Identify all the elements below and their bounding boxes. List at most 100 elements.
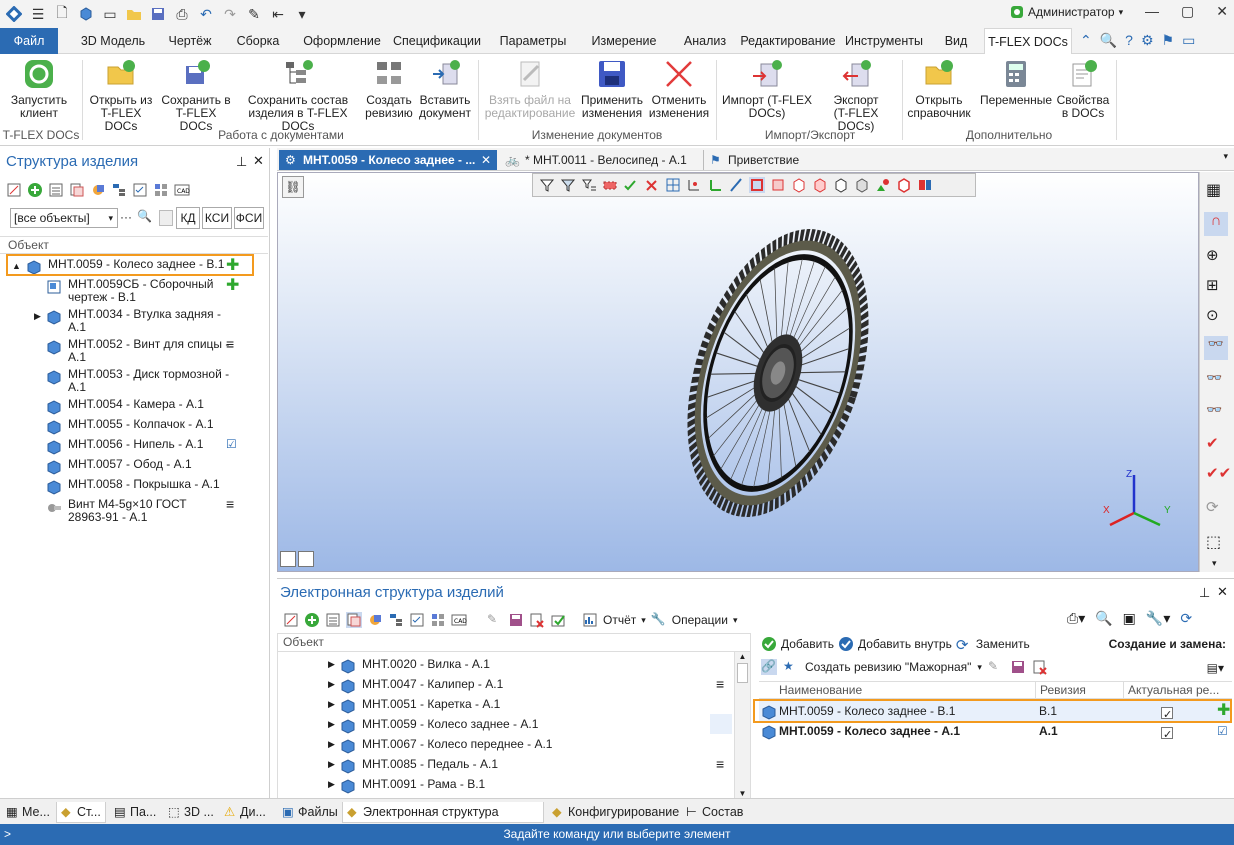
- check-filter-icon[interactable]: [623, 177, 639, 193]
- user-menu[interactable]: Администратор ▾: [1010, 5, 1123, 19]
- tab-drawing[interactable]: Чертёж: [160, 28, 220, 54]
- tab-design[interactable]: Оформление: [298, 28, 386, 54]
- zoom-all-icon[interactable]: ⊙: [1206, 306, 1219, 324]
- cad-icon[interactable]: CAD: [174, 182, 190, 198]
- variables-button[interactable]: Переменные: [978, 58, 1054, 107]
- edit-icon[interactable]: ✎: [244, 4, 264, 24]
- tab-editing[interactable]: Редактирование: [740, 28, 836, 54]
- expand-icon[interactable]: ▶: [328, 654, 335, 674]
- glasses-view-icon[interactable]: 👓: [1206, 370, 1222, 386]
- scroll-down-icon[interactable]: ▾: [1212, 558, 1217, 569]
- tab-parameters[interactable]: Параметры: [495, 28, 571, 54]
- grid-icon[interactable]: [430, 612, 446, 628]
- discard-icon[interactable]: [1032, 659, 1048, 675]
- shell-icon[interactable]: [812, 177, 828, 193]
- fsi-button[interactable]: ФСИ: [234, 207, 264, 229]
- tree-item[interactable]: МНТ.0054 - Камера - А.1: [0, 398, 268, 416]
- shapes-icon[interactable]: [875, 177, 891, 193]
- uncheck-filter-icon[interactable]: [644, 177, 660, 193]
- tab-file[interactable]: Файл: [0, 28, 58, 54]
- tab-assembly[interactable]: Сборка: [228, 28, 288, 54]
- replace-button[interactable]: Заменить: [976, 637, 1030, 651]
- point-icon[interactable]: [686, 177, 702, 193]
- view-grid-icon[interactable]: ▦: [1206, 180, 1221, 200]
- axis-icon[interactable]: [707, 177, 723, 193]
- tree-item[interactable]: ▶ МНТ.0034 - Втулка задняя - А.1: [0, 308, 268, 336]
- model-tree-toggle-icon[interactable]: ⛓: [282, 176, 304, 198]
- open-reference-button[interactable]: Открыть справочник: [906, 58, 972, 120]
- refresh-icon[interactable]: ⟳: [1180, 610, 1192, 627]
- apply-changes-button[interactable]: Применить изменения: [578, 58, 646, 120]
- open-icon[interactable]: [124, 4, 144, 24]
- tab-composition[interactable]: ⊢Состав изделия: [682, 802, 794, 840]
- save-to-docs-button[interactable]: Сохранить в T-FLEX DOCs: [158, 58, 234, 133]
- selection-box-icon[interactable]: [602, 177, 618, 193]
- apply-check-icon[interactable]: [550, 612, 566, 628]
- add-inside-button[interactable]: Добавить внутрь: [858, 637, 952, 651]
- expand-icon[interactable]: ▶: [328, 734, 335, 754]
- expand-icon[interactable]: ▶: [328, 754, 335, 774]
- panel-icon[interactable]: ▣: [1123, 610, 1136, 627]
- print-icon[interactable]: ⎙▾: [1067, 610, 1085, 627]
- cad-icon[interactable]: CAD: [451, 612, 467, 628]
- operations-menu[interactable]: Операции: [672, 613, 728, 627]
- move-icon[interactable]: [367, 612, 383, 628]
- filter-search-icon[interactable]: 🔍: [137, 209, 152, 223]
- search-icon[interactable]: 🔍: [1095, 610, 1112, 627]
- tab-configuration[interactable]: ◆ Конфигурирование: [548, 802, 679, 823]
- rotate-icon[interactable]: ⟳: [1206, 498, 1219, 516]
- scrollbar[interactable]: ▲ ▼: [734, 652, 750, 798]
- expand-icon[interactable]: ▶: [328, 674, 335, 694]
- add-icon[interactable]: [27, 182, 43, 198]
- add-button[interactable]: Добавить: [781, 637, 834, 651]
- tree-item[interactable]: МНТ.0058 - Покрышка - А.1: [0, 478, 268, 496]
- list-item[interactable]: ▶ МНТ.0051 - Каретка - А.1: [278, 694, 732, 714]
- report-menu[interactable]: Отчёт: [603, 613, 636, 627]
- list-item[interactable]: ▶ МНТ.0059 - Колесо заднее - А.1: [278, 714, 732, 734]
- glasses-icon[interactable]: 👓: [1204, 336, 1228, 360]
- app-logo-icon[interactable]: [4, 4, 24, 24]
- assembly-select-icon[interactable]: [854, 177, 870, 193]
- expand-icon[interactable]: ▶: [328, 774, 335, 794]
- tree-item[interactable]: МНТ.0057 - Обод - А.1: [0, 458, 268, 476]
- list-item[interactable]: ▶ МНТ.0067 - Колесо переднее - А.1: [278, 734, 732, 754]
- tab-tflex-docs[interactable]: T-FLEX DOCs: [984, 28, 1072, 55]
- double-check-icon[interactable]: ✔✔: [1206, 464, 1231, 482]
- tree-item[interactable]: МНТ.0052 - Винт для спицы - А.1 ≡: [0, 337, 268, 366]
- tools-icon[interactable]: 🔧▾: [1146, 610, 1170, 627]
- columns-icon[interactable]: ▤▾: [1207, 661, 1224, 675]
- settings-list-icon[interactable]: [283, 612, 299, 628]
- filter-select[interactable]: [все объекты] ▾: [10, 208, 118, 228]
- close-button[interactable]: ✕: [1216, 3, 1228, 20]
- create-revision-button[interactable]: Создать ревизию: [362, 58, 416, 120]
- tab-structure[interactable]: ◆ Ст...: [56, 802, 106, 823]
- minimize-button[interactable]: —: [1145, 3, 1159, 20]
- export-button[interactable]: Экспорт (T-FLEX DOCs): [814, 58, 898, 133]
- glasses-alt-icon[interactable]: 👓: [1206, 402, 1222, 418]
- save-small-icon[interactable]: [508, 612, 524, 628]
- tab-analysis[interactable]: Анализ: [678, 28, 732, 54]
- list-icon[interactable]: [325, 612, 341, 628]
- filter-select-icon[interactable]: [560, 177, 576, 193]
- grid-view-icon[interactable]: [665, 177, 681, 193]
- solid-icon[interactable]: [791, 177, 807, 193]
- face-select-icon[interactable]: [749, 177, 765, 193]
- tab-files[interactable]: ▣ Файлы: [278, 802, 340, 823]
- tab-3d[interactable]: ⬚ 3D ...: [164, 802, 216, 823]
- tree-item[interactable]: МНТ.0053 - Диск тормозной - А.1: [0, 368, 268, 396]
- close-panel-icon[interactable]: ✕: [1217, 584, 1228, 600]
- filter-icon[interactable]: [539, 177, 555, 193]
- flag-icon[interactable]: ⚑: [1162, 32, 1175, 49]
- tab-view[interactable]: Вид: [940, 28, 972, 54]
- expand-icon[interactable]: ▶: [328, 714, 335, 734]
- save-small-icon[interactable]: [1010, 659, 1026, 675]
- menu-icon[interactable]: ☰: [28, 4, 48, 24]
- wheel-model[interactable]: [658, 223, 898, 523]
- grid-icon[interactable]: [153, 182, 169, 198]
- report-icon[interactable]: [582, 612, 598, 628]
- 3d-viewport[interactable]: ⛓ Z X Y: [277, 172, 1199, 572]
- tab-menu[interactable]: ▦ Ме...: [2, 802, 52, 823]
- search-icon[interactable]: 🔍: [1100, 32, 1117, 49]
- expand-icon[interactable]: ▶: [328, 694, 335, 714]
- history-icon[interactable]: ⇤: [268, 4, 288, 24]
